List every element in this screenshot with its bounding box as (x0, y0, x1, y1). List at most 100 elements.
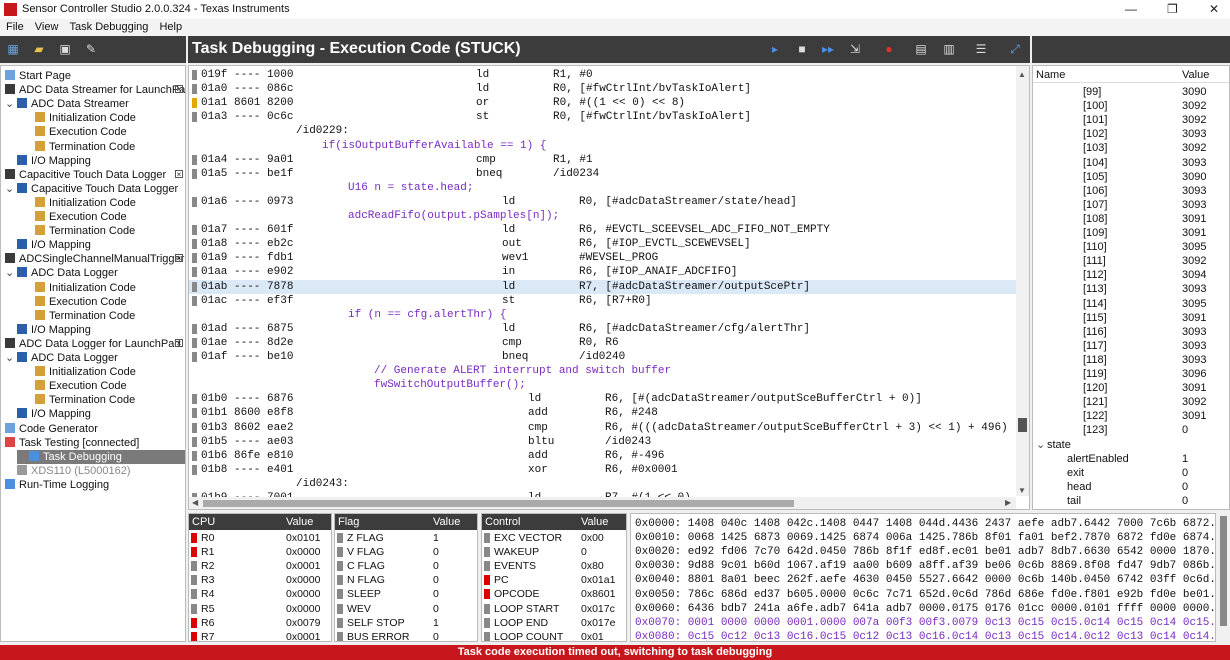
tree-item[interactable]: Initialization Code (35, 281, 185, 295)
line-marker[interactable] (192, 422, 197, 433)
tree-item[interactable]: ADC Data Streamer for LaunchPad (5, 83, 185, 97)
variable-row[interactable]: tail 0 (1033, 494, 1229, 508)
code-vertical-scrollbar[interactable]: ▲ ▼ (1016, 66, 1029, 496)
hex-line[interactable]: 0x0050: 786c 686d ed37 b605.0000 0c6c 7c… (635, 588, 1215, 602)
hex-line[interactable]: 0x0000: 1408 040c 1408 042c.1408 0447 14… (635, 517, 1215, 531)
variable-row[interactable]: [121] 3092 (1033, 395, 1229, 409)
tree-item[interactable]: Run-Time Logging (5, 478, 183, 492)
line-marker[interactable] (192, 323, 197, 334)
register-row[interactable]: R2 0x0001 (189, 559, 331, 573)
scroll-thumb[interactable] (1018, 418, 1027, 432)
tree-item[interactable]: ⌄ ADC Data Logger (5, 351, 155, 365)
register-row[interactable]: EVENTS 0x80 (482, 559, 626, 573)
register-row[interactable]: EXC VECTOR 0x00 (482, 531, 626, 545)
code-line[interactable]: 01af ---- be10 bneq/id0240 (189, 350, 1017, 364)
minimize-icon[interactable]: — (1125, 2, 1137, 16)
line-marker[interactable] (192, 464, 197, 475)
variable-row[interactable]: [99] 3090 (1033, 85, 1229, 99)
expand-chevron-icon[interactable]: ⌄ (5, 97, 17, 111)
connect-icon[interactable]: ⤢ (1008, 42, 1022, 56)
variable-row[interactable]: [103] 3092 (1033, 141, 1229, 155)
hex-line[interactable]: 0x0010: 0068 1425 6873 0069.1425 6874 00… (635, 531, 1215, 545)
variable-row[interactable]: [114] 3095 (1033, 297, 1229, 311)
code-line[interactable]: 01a5 ---- be1f bneq/id0234 (189, 167, 1017, 181)
tree-item[interactable]: Initialization Code (35, 111, 185, 125)
register-row[interactable]: R1 0x0000 (189, 545, 331, 559)
line-marker[interactable] (192, 450, 197, 461)
menu-task-debugging[interactable]: Task Debugging (70, 21, 149, 33)
variable-row[interactable]: [120] 3091 (1033, 381, 1229, 395)
variable-row[interactable]: [109] 3091 (1033, 226, 1229, 240)
hex-line[interactable]: 0x0060: 6436 bdb7 241a a6fe.adb7 641a ad… (635, 602, 1215, 616)
menu-view[interactable]: View (35, 21, 59, 33)
memory-icon[interactable]: ▤ (914, 42, 928, 56)
tree-item[interactable]: Termination Code (35, 393, 185, 407)
variable-row[interactable]: [118] 3093 (1033, 353, 1229, 367)
register-row[interactable]: R4 0x0000 (189, 587, 331, 601)
code-line[interactable]: 01ad ---- 6875 ld R6, [#adcDataStreamer/cf… (189, 322, 1017, 336)
code-line[interactable]: 01b8 ---- e401 xor R6, #0x0001 (189, 463, 1017, 477)
tree-item[interactable]: ADCSingleChannelManualTriggerFix... (5, 252, 185, 266)
register-row[interactable]: LOOP COUNT 0x01 (482, 630, 626, 641)
register-row[interactable]: LOOP END 0x017e (482, 616, 626, 630)
tree-item[interactable]: Capacitive Touch Data Logger (5, 168, 183, 182)
register-row[interactable]: SELF STOP 1 (335, 616, 477, 630)
line-marker[interactable] (192, 253, 197, 264)
register-row[interactable]: WEV 0 (335, 602, 477, 616)
expand-chevron-icon[interactable]: ⌄ (5, 351, 17, 365)
tree-item[interactable]: Termination Code (35, 140, 185, 154)
tree-item[interactable]: Termination Code (35, 309, 185, 323)
close-icon[interactable]: ✕ (1209, 2, 1219, 16)
code-line[interactable]: 01ab ---- 7878 ld R7, [#adcDataStreamer/ou… (189, 279, 1017, 294)
variable-row[interactable]: [112] 3094 (1033, 268, 1229, 282)
code-line[interactable]: 01a7 ---- 601f ld R6, #EVCTL_SCEEVSEL_ADC_… (189, 223, 1017, 237)
line-marker[interactable] (192, 337, 197, 348)
variable-row[interactable]: [106] 3093 (1033, 184, 1229, 198)
variable-row[interactable]: [101] 3092 (1033, 113, 1229, 127)
code-line[interactable]: 01a4 ---- 9a01 cmp R1, #1 (189, 153, 1017, 167)
code-line[interactable]: 01ac ---- ef3f st R6, [R7+R0] (189, 294, 1017, 308)
line-marker[interactable] (192, 70, 197, 80)
register-row[interactable]: R5 0x0000 (189, 602, 331, 616)
list-icon[interactable]: ☰ (974, 42, 988, 56)
tree-item[interactable]: Execution Code (35, 379, 185, 393)
line-marker[interactable] (192, 394, 197, 405)
register-row[interactable]: Z FLAG 1 (335, 531, 477, 545)
close-project-icon[interactable]: × (175, 338, 183, 347)
line-marker[interactable] (192, 112, 197, 123)
code-line[interactable]: 01a6 ---- 0973 ld R0, [#adcDataStreamer/st… (189, 195, 1017, 209)
tree-item[interactable]: ADC Data Logger for LaunchPad (5, 337, 183, 351)
variable-row[interactable]: [107] 3093 (1033, 198, 1229, 212)
register-row[interactable]: BUS ERROR 0 (335, 630, 477, 641)
register-row[interactable]: R7 0x0001 (189, 630, 331, 641)
variable-row[interactable]: [108] 3091 (1033, 212, 1229, 226)
hex-line[interactable]: 0x0080: 0c15 0c12 0c13 0c16.0c15 0c12 0c… (635, 630, 1215, 641)
code-line[interactable]: 01b1 8600 e8f8 add R6, #248 (189, 406, 1017, 420)
register-row[interactable]: OPCODE 0x8601 (482, 587, 626, 601)
tree-item[interactable]: I/O Mapping (5, 154, 155, 168)
tree-item[interactable]: XDS110 (L5000162) (5, 464, 155, 478)
code-line[interactable]: 01a8 ---- eb2c out R6, [#IOP_EVCTL_SCEWEVS… (189, 237, 1017, 251)
tree-item[interactable]: Execution Code (35, 125, 185, 139)
open-folder-icon[interactable]: ▰ (32, 42, 46, 56)
close-project-icon[interactable]: × (175, 85, 183, 94)
variable-row[interactable]: [111] 3092 (1033, 254, 1229, 268)
save-icon[interactable]: ▣ (58, 42, 72, 56)
variable-row[interactable]: exit 0 (1033, 466, 1229, 480)
menu-file[interactable]: File (6, 21, 24, 33)
variable-row[interactable]: [113] 3093 (1033, 282, 1229, 296)
line-marker[interactable] (192, 98, 197, 109)
hex-scrollbar[interactable] (1217, 513, 1230, 642)
register-row[interactable]: PC 0x01a1 (482, 573, 626, 587)
breakpoint-icon[interactable]: ● (882, 42, 896, 56)
variable-row[interactable]: [123] 0 (1033, 423, 1229, 437)
hex-line[interactable]: 0x0070: 0001 0000 0000 0001.0000 007a 00… (635, 616, 1215, 630)
variable-row[interactable]: [117] 3093 (1033, 339, 1229, 353)
line-marker[interactable] (192, 239, 197, 250)
variable-row[interactable]: [100] 3092 (1033, 99, 1229, 113)
code-line[interactable]: 01a0 ---- 086c ld R0, [#fwCtrlInt/bvTaskIo… (189, 82, 1017, 96)
variable-row[interactable]: [104] 3093 (1033, 156, 1229, 170)
line-marker[interactable] (192, 84, 197, 95)
code-line[interactable]: 01aa ---- e902 in R6, [#IOP_ANAIF_ADCFIFO] (189, 265, 1017, 279)
code-line[interactable]: 01b0 ---- 6876 ld R6, [#(adcDataStreamer/o… (189, 392, 1017, 406)
